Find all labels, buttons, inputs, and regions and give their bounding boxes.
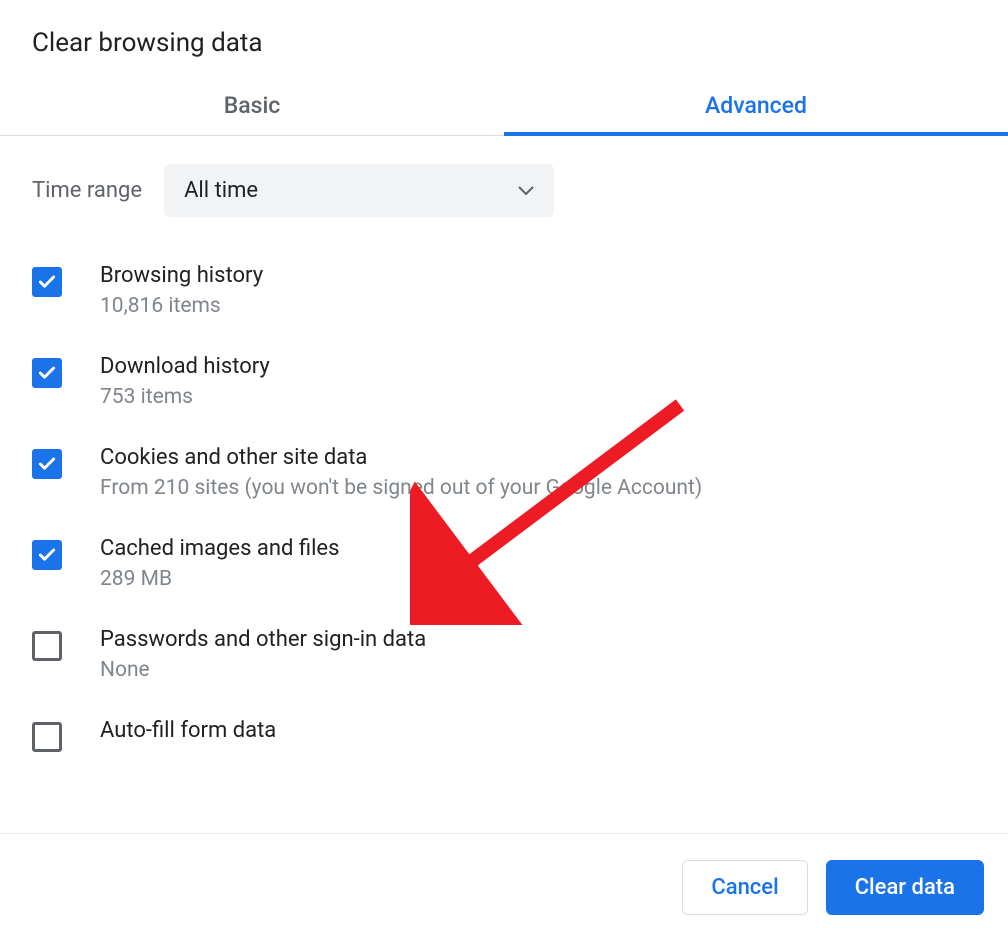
chevron-down-icon bbox=[518, 181, 534, 200]
tab-basic[interactable]: Basic bbox=[0, 76, 504, 135]
time-range-select[interactable]: All time bbox=[164, 164, 554, 217]
option-passwords: Passwords and other sign-in data None bbox=[32, 609, 976, 700]
option-sub: 10,816 items bbox=[100, 294, 263, 318]
option-browsing-history: Browsing history 10,816 items bbox=[32, 245, 976, 336]
cancel-button[interactable]: Cancel bbox=[682, 860, 807, 915]
option-cached-images: Cached images and files 289 MB bbox=[32, 518, 976, 609]
checkbox-browsing-history[interactable] bbox=[32, 267, 62, 297]
checkbox-cached-images[interactable] bbox=[32, 540, 62, 570]
option-sub: 753 items bbox=[100, 385, 270, 409]
option-sub: From 210 sites (you won't be signed out … bbox=[100, 476, 702, 500]
time-range-label: Time range bbox=[32, 178, 142, 203]
time-range-value: All time bbox=[184, 178, 258, 203]
tab-bar: Basic Advanced bbox=[0, 76, 1008, 136]
option-title: Passwords and other sign-in data bbox=[100, 627, 426, 652]
dialog-title: Clear browsing data bbox=[0, 0, 1008, 76]
option-autofill: Auto-fill form data bbox=[32, 700, 976, 770]
dialog-footer: Cancel Clear data bbox=[0, 833, 1008, 915]
checkbox-passwords[interactable] bbox=[32, 631, 62, 661]
checkbox-download-history[interactable] bbox=[32, 358, 62, 388]
option-sub: 289 MB bbox=[100, 567, 339, 591]
tab-advanced[interactable]: Advanced bbox=[504, 76, 1008, 135]
option-download-history: Download history 753 items bbox=[32, 336, 976, 427]
option-title: Auto-fill form data bbox=[100, 718, 276, 743]
time-range-row: Time range All time bbox=[0, 136, 1008, 235]
option-title: Cookies and other site data bbox=[100, 445, 702, 470]
checkbox-cookies[interactable] bbox=[32, 449, 62, 479]
checkbox-autofill[interactable] bbox=[32, 722, 62, 752]
option-title: Download history bbox=[100, 354, 270, 379]
option-title: Browsing history bbox=[100, 263, 263, 288]
clear-data-button[interactable]: Clear data bbox=[826, 860, 984, 915]
option-cookies: Cookies and other site data From 210 sit… bbox=[32, 427, 976, 518]
options-list: Browsing history 10,816 items Download h… bbox=[0, 235, 1008, 770]
option-title: Cached images and files bbox=[100, 536, 339, 561]
option-sub: None bbox=[100, 658, 426, 682]
